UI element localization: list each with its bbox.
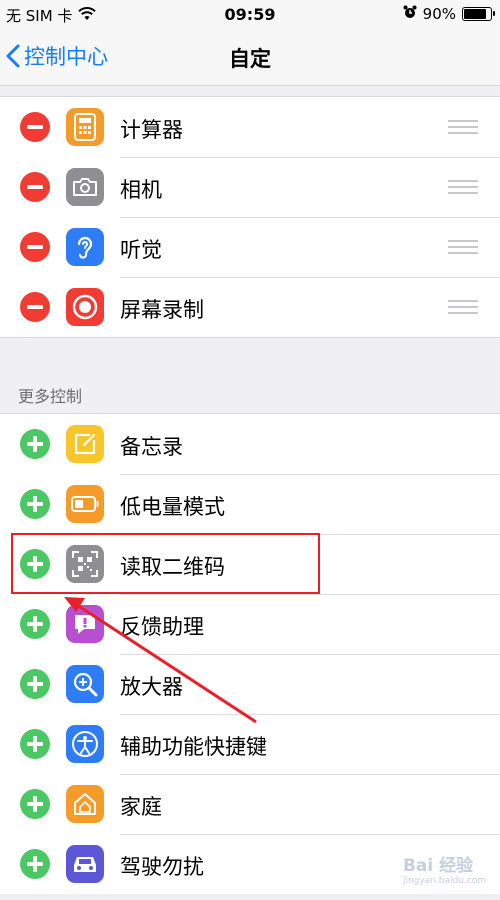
watermark-brand: Bai 经验 xyxy=(402,856,474,876)
annotation-arrow xyxy=(64,597,257,724)
watermark: Bai 经验 jingyan.baidu.com xyxy=(403,851,486,886)
watermark-url: jingyan.baidu.com xyxy=(402,876,486,886)
